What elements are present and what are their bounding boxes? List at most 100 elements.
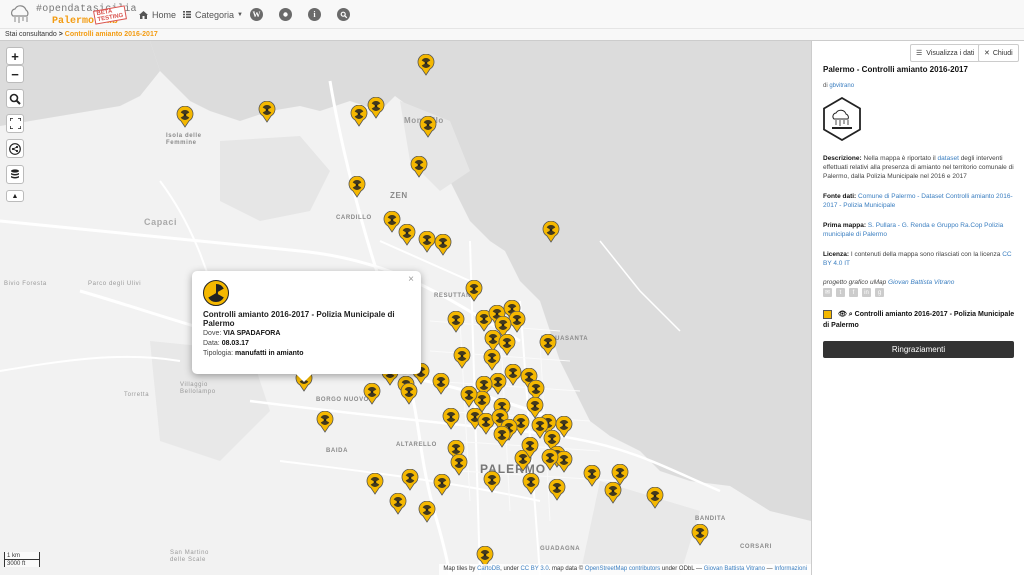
asbestos-marker[interactable] <box>366 472 384 495</box>
popup-title: Controlli amianto 2016-2017 - Polizia Mu… <box>203 310 395 328</box>
asbestos-marker[interactable] <box>447 310 465 333</box>
asbestos-marker[interactable] <box>401 468 419 491</box>
license-text: I contenuti della mappa sono rilasciati … <box>850 251 1001 258</box>
twitter-share-icon[interactable]: t <box>836 288 845 297</box>
asbestos-marker[interactable] <box>521 436 539 459</box>
asbestos-marker[interactable] <box>604 481 622 504</box>
nav-home[interactable]: Home <box>139 0 176 29</box>
asbestos-marker[interactable] <box>348 175 366 198</box>
dataset-link[interactable]: dataset <box>938 155 959 162</box>
asbestos-marker[interactable] <box>465 279 483 302</box>
asbestos-marker[interactable] <box>483 470 501 493</box>
popup-tip <box>296 374 312 382</box>
marker-popup: × Controlli amianto 2016-2017 - Polizia … <box>192 271 421 382</box>
asbestos-marker[interactable] <box>419 115 437 138</box>
thanks-button[interactable]: Ringraziamenti <box>823 341 1014 358</box>
close-icon: ✕ <box>984 50 990 57</box>
asbestos-marker[interactable] <box>398 223 416 246</box>
email-share-icon[interactable]: ✉ <box>823 288 832 297</box>
asbestos-marker[interactable] <box>493 425 511 448</box>
close-panel-button[interactable]: ✕ Chiudi <box>978 44 1019 62</box>
asbestos-marker[interactable] <box>258 100 276 123</box>
asbestos-marker[interactable] <box>316 410 334 433</box>
author-prefix: di <box>823 83 828 89</box>
view-data-button[interactable]: ☰ Visualizza i dati <box>910 44 981 62</box>
first-map-label: Prima mappa: <box>823 222 866 229</box>
popup-close-icon[interactable]: × <box>408 274 414 285</box>
desc-text: Nella mappa è riportato il <box>863 155 936 162</box>
share-icon <box>9 142 21 155</box>
facebook-share-icon[interactable]: f <box>849 288 858 297</box>
site-logo[interactable]: #opendatasicilia Palermo Hub BETA TESTIN… <box>8 2 137 28</box>
panel-title: Palermo - Controlli amianto 2016-2017 <box>823 65 968 74</box>
author-link[interactable]: gbvitrano <box>829 83 854 89</box>
share-button[interactable] <box>6 139 24 158</box>
breadcrumb: Stai consultando > Controlli amianto 201… <box>0 29 1024 41</box>
asbestos-marker[interactable] <box>176 105 194 128</box>
asbestos-marker[interactable] <box>646 486 664 509</box>
asbestos-marker[interactable] <box>417 53 435 76</box>
nav-home-label: Home <box>152 9 177 20</box>
info-icon[interactable]: i <box>308 8 321 21</box>
zoom-out-button[interactable]: − <box>6 65 24 83</box>
database-icon <box>11 168 19 178</box>
asbestos-marker[interactable] <box>453 346 471 369</box>
place-label: ZEN <box>390 191 408 200</box>
asbestos-marker[interactable] <box>483 348 501 371</box>
linkedin-share-icon[interactable]: in <box>862 288 871 297</box>
place-label: BORGO NUOVO <box>316 397 369 403</box>
nav-category-dropdown[interactable]: Categoria ▼ <box>183 0 243 29</box>
view-data-label: Visualizza i dati <box>926 49 975 57</box>
eye-icon[interactable]: 👁 <box>838 311 847 318</box>
asbestos-marker[interactable] <box>460 385 478 408</box>
attrib-link[interactable]: Giovan Battista Vitrano <box>704 566 765 572</box>
asbestos-marker[interactable] <box>450 453 468 476</box>
type-label: Tipologia: <box>203 350 234 357</box>
chevron-right-icon: > <box>58 31 63 38</box>
asbestos-marker[interactable] <box>410 155 428 178</box>
popup-details: Dove: VIA SPADAFORA Data: 08.03.17 Tipol… <box>203 329 304 359</box>
breadcrumb-current[interactable]: Controlli amianto 2016-2017 <box>65 31 158 38</box>
asbestos-marker[interactable] <box>541 448 559 471</box>
asbestos-marker[interactable] <box>539 333 557 356</box>
layers-button[interactable] <box>6 165 24 184</box>
asbestos-marker[interactable] <box>548 478 566 501</box>
asbestos-marker[interactable] <box>367 96 385 119</box>
asbestos-marker[interactable] <box>350 104 368 127</box>
attrib-link[interactable]: OpenStreetMap contributors <box>585 566 660 572</box>
zoom-to-layer-icon[interactable]: ⌕ <box>849 311 853 318</box>
map-canvas[interactable]: Mondello Isola delle Femmine ZEN CARDILL… <box>0 41 811 575</box>
asbestos-marker[interactable] <box>389 492 407 515</box>
google-share-icon[interactable]: g <box>875 288 884 297</box>
asbestos-marker[interactable] <box>691 523 709 546</box>
asbestos-marker[interactable] <box>433 473 451 496</box>
place-label: CORSARI <box>740 544 772 550</box>
fullscreen-button[interactable] <box>6 114 24 133</box>
type-value: manufatti in amianto <box>235 350 304 357</box>
asbestos-marker[interactable] <box>363 382 381 405</box>
asbestos-marker[interactable] <box>418 500 436 523</box>
where-label: Dove: <box>203 330 222 337</box>
github-icon[interactable] <box>279 8 292 21</box>
map-scale: 1 km 3000 ft <box>4 552 40 567</box>
asbestos-marker[interactable] <box>522 472 540 495</box>
layer-legend-item[interactable]: 👁 ⌕ Controlli amianto 2016-2017 - Polizi… <box>823 309 1019 331</box>
info-link[interactable]: Informazioni <box>774 566 807 572</box>
opendatasicilia-hex-logo <box>823 97 861 141</box>
radiation-icon <box>203 280 229 306</box>
asbestos-marker[interactable] <box>542 220 560 243</box>
attrib-link[interactable]: CC BY 3.0 <box>520 566 548 572</box>
project-author-link[interactable]: Giovan Battista Vitrano <box>888 279 954 286</box>
zoom-in-button[interactable]: + <box>6 47 24 65</box>
asbestos-marker[interactable] <box>400 382 418 405</box>
asbestos-marker[interactable] <box>432 372 450 395</box>
attrib-link[interactable]: CartoDB <box>477 566 500 572</box>
search-icon <box>9 93 21 105</box>
collapse-button[interactable]: ▲ <box>6 190 24 202</box>
asbestos-marker[interactable] <box>583 464 601 487</box>
asbestos-marker[interactable] <box>442 407 460 430</box>
wordpress-icon[interactable]: W <box>250 8 263 21</box>
asbestos-marker[interactable] <box>434 233 452 256</box>
search-icon[interactable] <box>337 8 350 21</box>
map-search-button[interactable] <box>6 89 24 108</box>
